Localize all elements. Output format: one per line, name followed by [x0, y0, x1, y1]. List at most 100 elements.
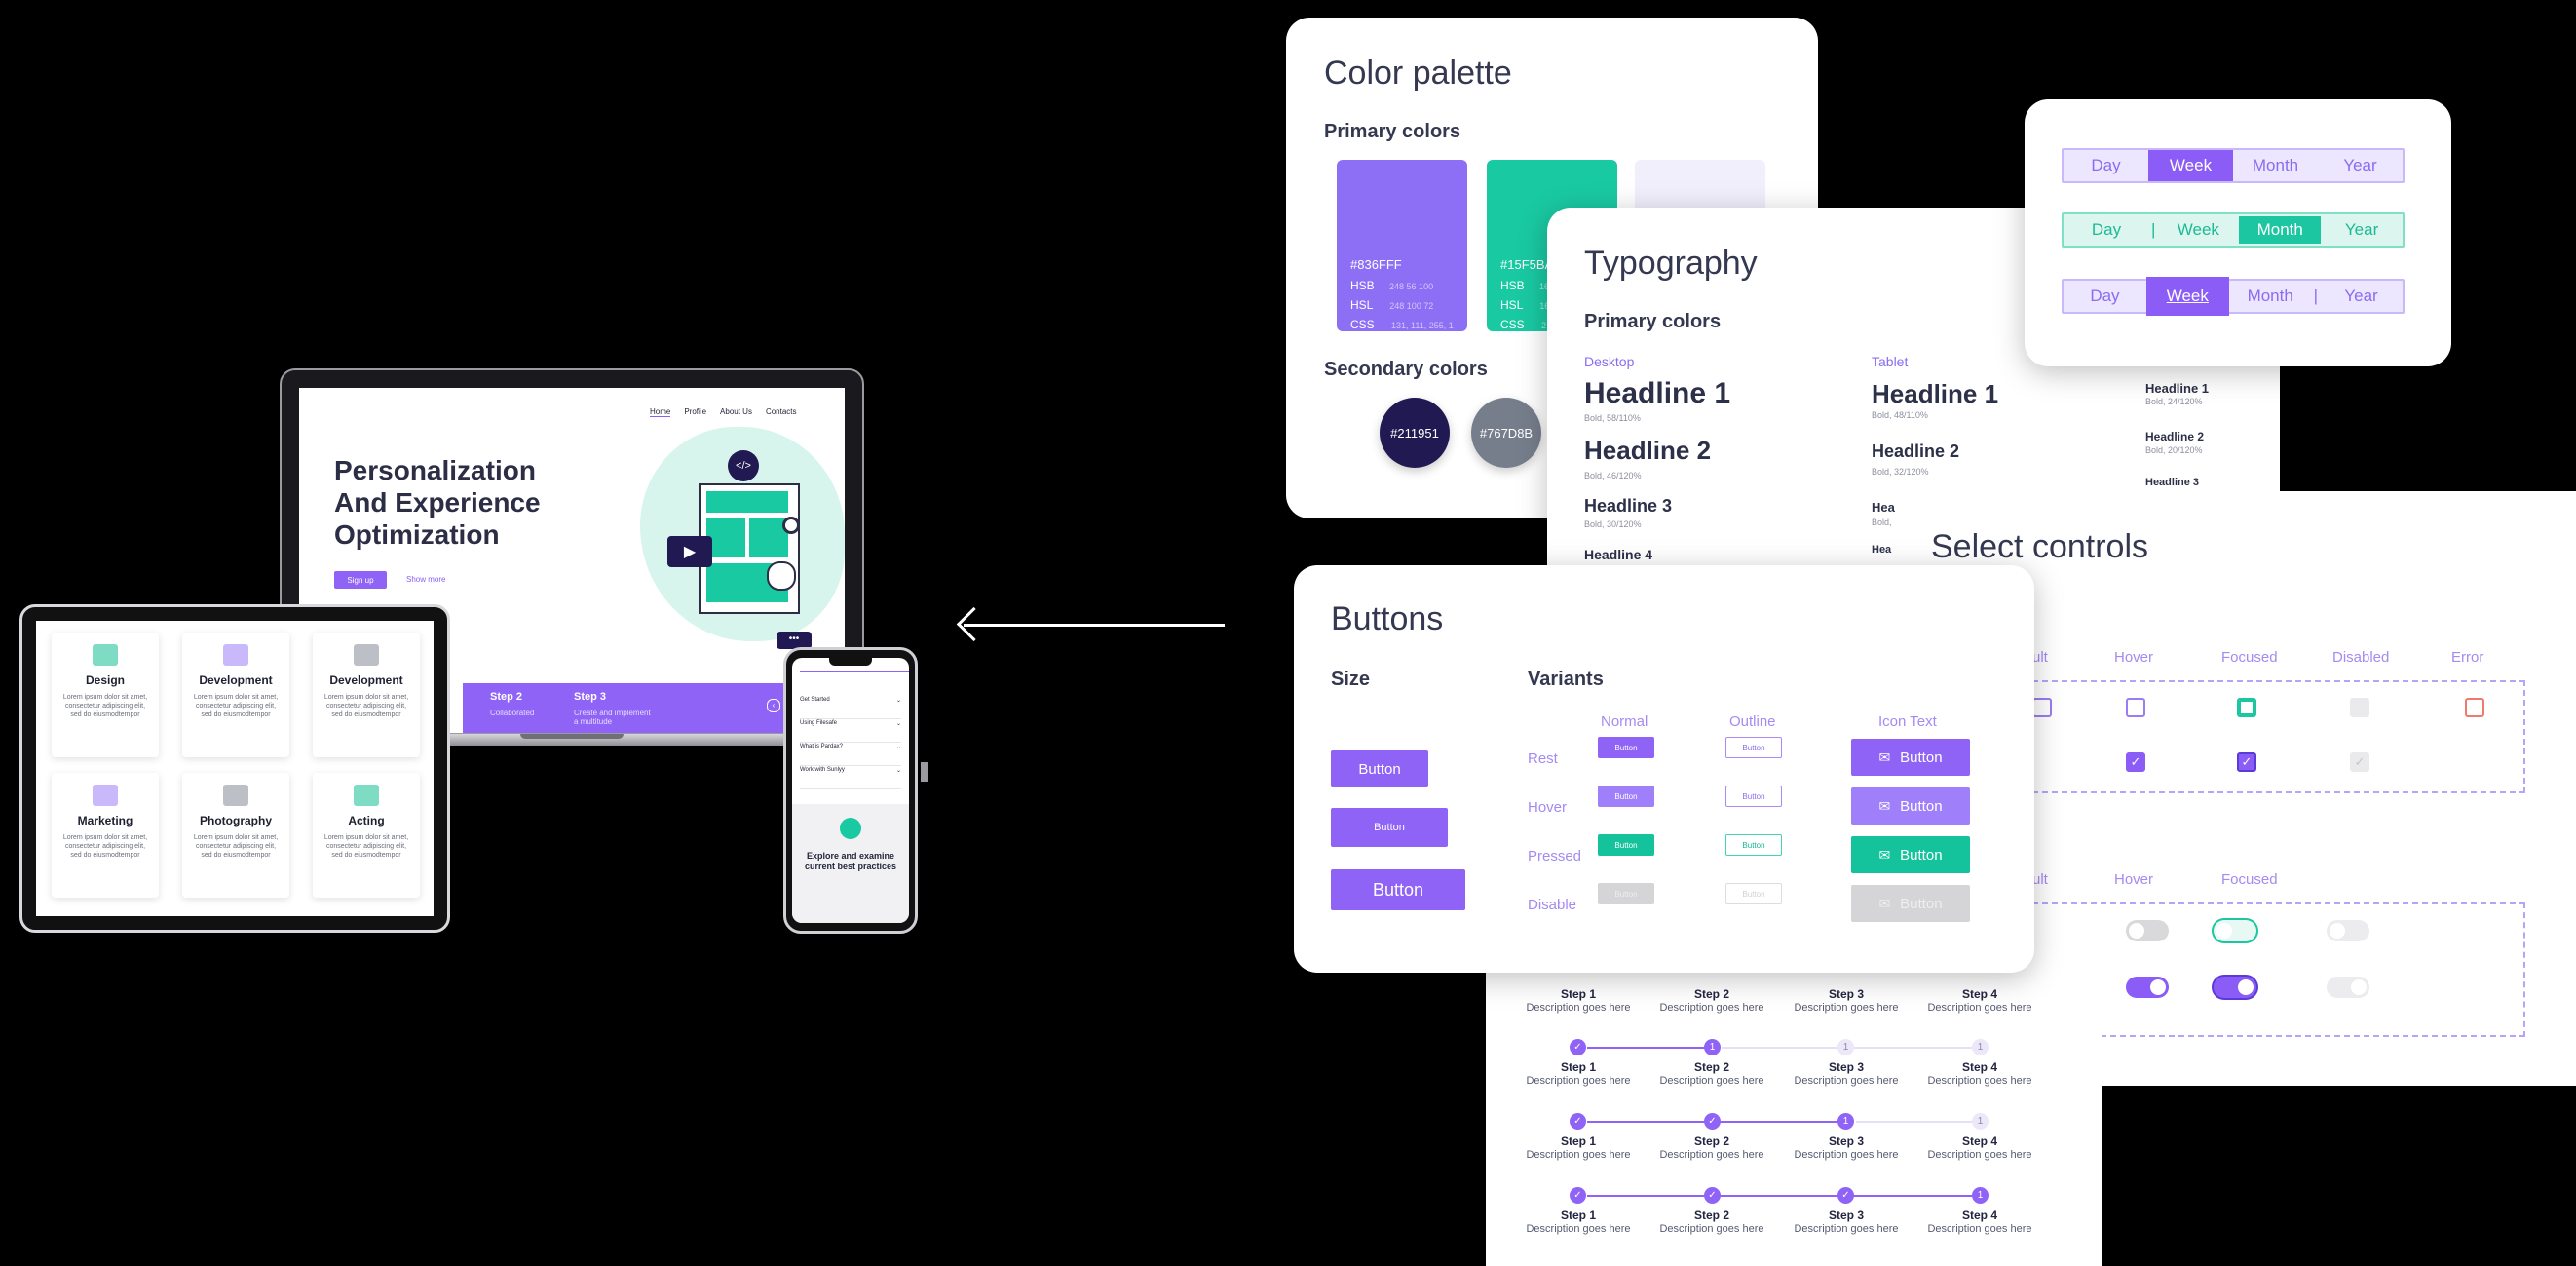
checkbox-error[interactable] — [2465, 698, 2484, 717]
phone-cta-line2: current best practices — [804, 862, 897, 871]
row-hover: Hover — [1528, 799, 1568, 816]
service-card-development[interactable]: Development Lorem ipsum dolor sit amet, … — [182, 633, 289, 757]
checkbox-default[interactable] — [2032, 698, 2052, 717]
seg-day[interactable]: Day — [2064, 150, 2148, 181]
toggle-on-focused[interactable] — [2214, 977, 2256, 998]
service-card-development-2[interactable]: Development Lorem ipsum dolor sit amet, … — [313, 633, 420, 757]
stepper-r2-step4: Step 4 — [1961, 1060, 1997, 1074]
seg-week[interactable]: Week — [2145, 277, 2229, 316]
accordion-item[interactable]: What is Pardax? ⌄ — [800, 744, 901, 766]
service-text: Lorem ipsum dolor sit amet, consectetur … — [323, 834, 409, 859]
monitor-icon — [223, 644, 248, 666]
stepper-r2-desc1: Description goes here — [1526, 1075, 1631, 1087]
tablet-h2: Headline 2 — [1872, 441, 1960, 461]
stepper-r2-desc2: Description goes here — [1659, 1075, 1764, 1087]
stepper-r2-step2: Step 2 — [1693, 1060, 1729, 1074]
desktop-h1: Headline 1 — [1584, 377, 1731, 409]
service-card-marketing[interactable]: Marketing Lorem ipsum dolor sit amet, co… — [52, 773, 159, 898]
stepper-r4-step1: Step 1 — [1560, 1208, 1596, 1222]
typography-primary-heading: Primary colors — [1584, 311, 1722, 332]
hero-title-line1: Personalization — [334, 455, 536, 485]
stepper-r1-step2: Step 2 — [1693, 987, 1729, 1001]
row-rest: Rest — [1528, 750, 1558, 767]
stepper-r3-step1: Step 1 — [1560, 1134, 1596, 1148]
phone-screen: Get Started ⌄ Using Filesafe ⌄ What is Par… — [792, 658, 909, 923]
toggle-off-disabled — [2327, 920, 2369, 941]
palette-secondary-heading: Secondary colors — [1324, 359, 1488, 380]
seg-day[interactable]: Day — [2064, 214, 2149, 246]
chevron-left-icon[interactable]: ‹ — [767, 699, 780, 712]
nav-profile[interactable]: Profile — [684, 407, 706, 417]
css-label: CSS — [1500, 318, 1525, 331]
signup-button[interactable]: Sign up — [334, 571, 387, 589]
check-icon: ✓ — [1570, 1039, 1586, 1055]
service-title: Photography — [200, 814, 272, 827]
button-icon-pressed[interactable]: ✉ Button — [1851, 836, 1970, 873]
button-normal-pressed[interactable]: Button — [1598, 834, 1654, 856]
button-outline-pressed[interactable]: Button — [1725, 834, 1782, 856]
seg-year[interactable]: Year — [2321, 214, 2403, 246]
swatch-values: HSB 16 HSL 16 CSS 2 — [1500, 277, 1549, 331]
desktop-h3: Headline 3 — [1584, 496, 1673, 516]
nav-home[interactable]: Home — [650, 407, 671, 417]
service-title: Development — [329, 673, 403, 687]
seg-year[interactable]: Year — [2318, 150, 2403, 181]
seg-week[interactable]: Week — [2148, 150, 2233, 181]
service-card-photography[interactable]: Photography Lorem ipsum dolor sit amet, … — [182, 773, 289, 898]
button-size-medium[interactable]: Button — [1331, 750, 1428, 787]
accordion-item[interactable]: Work with Sunlyy ⌄ — [800, 767, 901, 789]
accordion-item[interactable]: Using Filesafe ⌄ — [800, 720, 901, 743]
toggle-off-focused[interactable] — [2214, 920, 2256, 941]
button-size-large[interactable]: Button — [1331, 869, 1465, 910]
button-outline-rest[interactable]: Button — [1725, 737, 1782, 758]
stepper-r4-step2: Step 2 — [1693, 1208, 1729, 1222]
band-step2-desc: Collaborated — [490, 709, 535, 717]
seg-month[interactable]: Month — [2233, 150, 2318, 181]
chevron-down-icon: ⌄ — [895, 745, 901, 750]
check-icon: ✓ — [1704, 1113, 1721, 1130]
seg-year[interactable]: Year — [2320, 281, 2403, 312]
mobile-h2-meta: Bold, 20/120% — [2145, 445, 2203, 455]
stepper-r3-step4: Step 4 — [1961, 1134, 1997, 1148]
calendar-icon[interactable] — [840, 818, 861, 839]
button-size-small[interactable]: Button — [1331, 808, 1448, 847]
button-normal-rest[interactable]: Button — [1598, 737, 1654, 758]
swatch-circle-gray: #767D8B — [1471, 398, 1541, 468]
toggle-off-hover[interactable] — [2126, 920, 2169, 941]
toggle-on-hover[interactable] — [2126, 977, 2169, 998]
swatch-circle-navy: #211951 — [1380, 398, 1450, 468]
button-outline-hover[interactable]: Button — [1725, 786, 1782, 807]
phone-accordion: Get Started ⌄ Using Filesafe ⌄ What is Par… — [792, 697, 909, 804]
band-step3-desc-line2: a multitude — [574, 717, 613, 726]
check-icon: ✓ — [2354, 754, 2366, 769]
hero-illustration: </> ▶ ••• — [630, 427, 845, 651]
seg-day[interactable]: Day — [2064, 281, 2146, 312]
band-step3-desc: Create and implement a multitude — [574, 709, 651, 726]
seg-month[interactable]: Month — [2229, 281, 2312, 312]
mobile-h1: Headline 1 — [2145, 381, 2210, 396]
mobile-h1-meta: Bold, 24/120% — [2145, 397, 2203, 406]
stepper-r1-desc1: Description goes here — [1526, 1002, 1631, 1014]
service-card-design[interactable]: Design Lorem ipsum dolor sit amet, conse… — [52, 633, 159, 757]
service-title: Acting — [348, 814, 385, 827]
stepper-r4-step4: Step 4 — [1961, 1208, 1997, 1222]
checkbox-hover[interactable] — [2126, 698, 2145, 717]
button-normal-hover[interactable]: Button — [1598, 786, 1654, 807]
checkbox-checked-focused[interactable]: ✓ — [2237, 752, 2256, 772]
seg-week[interactable]: Week — [2157, 214, 2239, 246]
button-icon-hover[interactable]: ✉ Button — [1851, 787, 1970, 825]
service-card-acting[interactable]: Acting Lorem ipsum dolor sit amet, conse… — [313, 773, 420, 898]
toggle-on-disabled — [2327, 977, 2369, 998]
hsb-label: HSB — [1500, 279, 1525, 292]
desktop-h2-meta: Bold, 46/120% — [1584, 471, 1642, 480]
tablet-h1-meta: Bold, 48/110% — [1872, 410, 1928, 420]
checkbox-focused[interactable] — [2237, 698, 2256, 717]
seg-month[interactable]: Month — [2239, 216, 2322, 244]
checkbox-checked-hover[interactable]: ✓ — [2126, 752, 2145, 772]
phone-stepper — [800, 671, 909, 672]
nav-about[interactable]: About Us — [720, 407, 752, 417]
accordion-item[interactable]: Get Started ⌄ — [800, 697, 901, 719]
button-icon-rest[interactable]: ✉ Button — [1851, 739, 1970, 776]
nav-contacts[interactable]: Contacts — [766, 407, 797, 417]
showmore-link[interactable]: Show more — [406, 575, 445, 584]
